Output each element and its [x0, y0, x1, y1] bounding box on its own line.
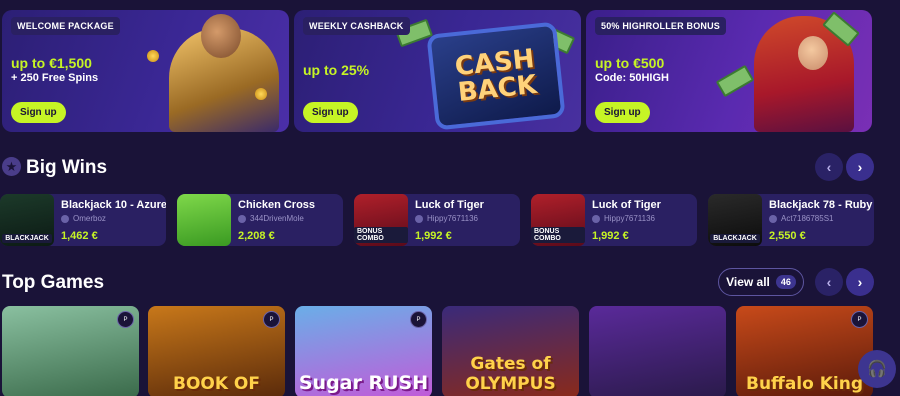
- game-tile-title: Buffalo King: [746, 374, 863, 394]
- win-amount: 1,992 €: [592, 230, 629, 242]
- promo-headline: up to €500: [595, 55, 665, 71]
- provider-badge-icon: P: [851, 311, 868, 328]
- user-icon: [415, 214, 423, 223]
- promo-character-head: [201, 14, 241, 58]
- game-tile-title: Sugar RUSH: [298, 372, 429, 394]
- game-tile-title: BOOK OF: [172, 374, 261, 394]
- cashback-art: CASH BACK: [426, 21, 566, 131]
- provider-badge-icon: P: [117, 311, 134, 328]
- signup-button[interactable]: Sign up: [595, 102, 650, 123]
- promo-headline: up to €1,500: [11, 55, 92, 71]
- big-win-card[interactable]: BLACKJACK Blackjack 78 - Ruby Act7186785…: [708, 194, 874, 246]
- win-game-name: Luck of Tiger: [415, 199, 484, 211]
- promo-subline: + 250 Free Spins: [11, 72, 99, 84]
- headset-icon: 🎧: [867, 361, 887, 378]
- star-icon: ★: [2, 157, 21, 176]
- game-tile[interactable]: P: [2, 306, 139, 396]
- promo-subline: Code: 50HIGH: [595, 72, 669, 84]
- promo-carousel: WELCOME PACKAGE up to €1,500 + 250 Free …: [2, 10, 872, 132]
- game-tile[interactable]: [589, 306, 726, 396]
- game-thumbnail: BLACKJACK: [708, 194, 762, 246]
- game-thumbnail: BONUS COMBO: [531, 194, 585, 246]
- win-user: Omerboz: [61, 214, 106, 223]
- game-thumbnail: BONUS COMBO: [354, 194, 408, 246]
- promo-headline: up to 25%: [303, 62, 370, 78]
- provider-badge-icon: P: [410, 311, 427, 328]
- view-all-label: View all: [726, 275, 770, 289]
- win-username: 344DrivenMole: [250, 214, 304, 223]
- win-game-name: Chicken Cross: [238, 199, 316, 211]
- user-icon: [238, 214, 246, 223]
- big-win-card[interactable]: BONUS COMBO Luck of Tiger Hippy7671136 1…: [354, 194, 520, 246]
- view-all-button[interactable]: View all 46: [718, 268, 804, 296]
- thumbnail-label: BONUS COMBO: [531, 227, 585, 243]
- promo-tag: 50% HIGHROLLER BONUS: [595, 17, 727, 35]
- coin-icon: [255, 88, 267, 100]
- big-wins-title: Big Wins: [26, 157, 108, 178]
- win-user: Hippy7671136: [592, 214, 655, 223]
- game-tile-title: Gates of OLYMPUS: [465, 354, 556, 394]
- promo-weekly-cashback[interactable]: CASH BACK WEEKLY CASHBACK up to 25% Sign…: [294, 10, 581, 132]
- promo-character-head: [798, 36, 828, 70]
- support-chat-button[interactable]: 🎧: [858, 350, 896, 388]
- cashback-art-text: BACK: [456, 69, 539, 108]
- coin-icon: [147, 50, 159, 62]
- win-username: Act7186785S1: [781, 214, 834, 223]
- signup-button[interactable]: Sign up: [303, 102, 358, 123]
- signup-button[interactable]: Sign up: [11, 102, 66, 123]
- banknote-icon: [715, 64, 755, 98]
- game-thumbnail: BLACKJACK: [0, 194, 54, 246]
- win-username: Hippy7671136: [604, 214, 656, 223]
- promo-welcome-package[interactable]: WELCOME PACKAGE up to €1,500 + 250 Free …: [2, 10, 289, 132]
- game-tile[interactable]: P BOOK OF: [148, 306, 285, 396]
- big-win-card[interactable]: BONUS COMBO Luck of Tiger Hippy7671136 1…: [531, 194, 697, 246]
- thumbnail-label: BONUS COMBO: [354, 227, 408, 243]
- game-tile[interactable]: Gates of OLYMPUS: [442, 306, 579, 396]
- win-amount: 1,462 €: [61, 230, 98, 242]
- game-tile[interactable]: P Sugar RUSH: [295, 306, 432, 396]
- win-amount: 1,992 €: [415, 230, 452, 242]
- top-games-prev-button[interactable]: ‹: [815, 268, 843, 296]
- win-user: Hippy7671136: [415, 214, 478, 223]
- promo-tag: WELCOME PACKAGE: [11, 17, 120, 35]
- provider-badge-icon: P: [263, 311, 280, 328]
- promo-tag: WEEKLY CASHBACK: [303, 17, 410, 35]
- win-game-name: Blackjack 78 - Ruby: [769, 199, 873, 211]
- thumbnail-label: BLACKJACK: [2, 234, 52, 243]
- user-icon: [592, 214, 600, 223]
- win-user: Act7186785S1: [769, 214, 834, 223]
- win-amount: 2,208 €: [238, 230, 275, 242]
- game-tile[interactable]: P Buffalo King: [736, 306, 873, 396]
- big-win-card[interactable]: BLACKJACK Blackjack 10 - Azure Omerboz 1…: [0, 194, 166, 246]
- top-games-next-button[interactable]: ›: [846, 268, 874, 296]
- win-game-name: Luck of Tiger: [592, 199, 661, 211]
- top-games-title: Top Games: [2, 272, 105, 293]
- big-wins-next-button[interactable]: ›: [846, 153, 874, 181]
- thumbnail-label: BLACKJACK: [710, 234, 760, 243]
- user-icon: [61, 214, 69, 223]
- promo-highroller-bonus[interactable]: 50% HIGHROLLER BONUS up to €500 Code: 50…: [586, 10, 872, 132]
- win-user: 344DrivenMole: [238, 214, 304, 223]
- win-username: Omerboz: [73, 214, 106, 223]
- win-game-name: Blackjack 10 - Azure: [61, 199, 166, 211]
- win-username: Hippy7671136: [427, 214, 479, 223]
- game-thumbnail: [177, 194, 231, 246]
- win-amount: 2,550 €: [769, 230, 806, 242]
- user-icon: [769, 214, 777, 223]
- games-count-badge: 46: [775, 275, 796, 289]
- big-win-card[interactable]: Chicken Cross 344DrivenMole 2,208 €: [177, 194, 343, 246]
- big-wins-prev-button[interactable]: ‹: [815, 153, 843, 181]
